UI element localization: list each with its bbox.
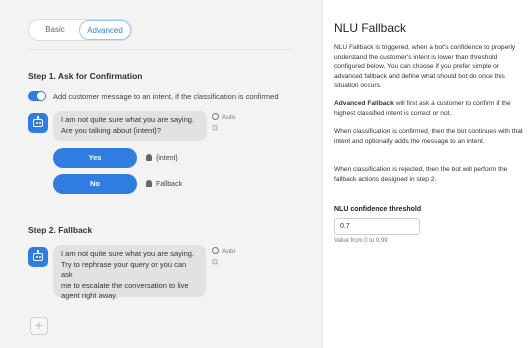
no-target[interactable]: Fallback — [146, 180, 182, 188]
bubble-line: agent right away. — [61, 291, 118, 300]
threshold-hint: Value from 0 to 0.99 — [334, 238, 388, 244]
fallback-message-bubble[interactable]: I am not quite sure what you are saying.… — [53, 245, 206, 300]
add-message-toggle[interactable] — [28, 91, 46, 101]
confirmation-message-bubble[interactable]: I am not quite sure what you are saying.… — [53, 111, 207, 141]
panel-paragraph: When classification is rejected, then th… — [334, 166, 508, 183]
clock-icon — [212, 247, 219, 254]
no-button[interactable]: No — [53, 174, 137, 194]
tab-advanced[interactable]: Advanced — [79, 20, 131, 40]
panel-title: NLU Fallback — [334, 21, 407, 35]
step2-title: Step 2. Fallback — [28, 225, 93, 235]
step1-title: Step 1. Ask for Confirmation — [28, 71, 143, 81]
toggle-label: Add customer message to an intent, if th… — [53, 92, 279, 101]
bubble-line: Are you talking about {intent}? — [61, 125, 162, 135]
bubble-line: I am not quite sure what you are saying. — [61, 249, 194, 258]
clock-icon — [212, 113, 219, 120]
panel-paragraph: Advanced Fallback will first ask a custo… — [334, 100, 511, 117]
bubble-line: I am not quite sure what you are saying. — [61, 115, 194, 124]
bubble-line: Try to rephrase your query or you can as… — [61, 259, 187, 280]
lightbulb-icon — [146, 180, 152, 187]
auto-delay[interactable]: Auto — [212, 247, 235, 255]
yes-button[interactable]: Yes — [53, 148, 137, 168]
lightbulb-icon — [146, 154, 152, 161]
flow-editor-panel: Basic Advanced Step 1. Ask for Confirmat… — [0, 0, 322, 348]
divider — [28, 49, 293, 50]
bubble-line: me to escalate the conversation to live — [61, 280, 189, 290]
panel-paragraph: When classification is confirmed, then t… — [334, 128, 523, 145]
tab-basic[interactable]: Basic — [31, 20, 79, 40]
threshold-input[interactable]: 0.7 — [334, 218, 420, 235]
card-icon[interactable]: ⊡ — [212, 124, 218, 132]
bot-icon — [28, 247, 48, 267]
mode-tabs: Basic Advanced — [28, 19, 132, 41]
panel-paragraph: NLU Fallback is triggered, when a bot's … — [334, 44, 516, 90]
add-step-button[interactable]: + — [30, 317, 48, 335]
auto-delay[interactable]: Auto — [212, 113, 235, 121]
card-icon[interactable]: ⊡ — [212, 258, 218, 266]
yes-target[interactable]: {intent} — [146, 154, 178, 162]
threshold-label: NLU confidence threshold — [334, 206, 422, 213]
bot-icon — [28, 113, 48, 133]
